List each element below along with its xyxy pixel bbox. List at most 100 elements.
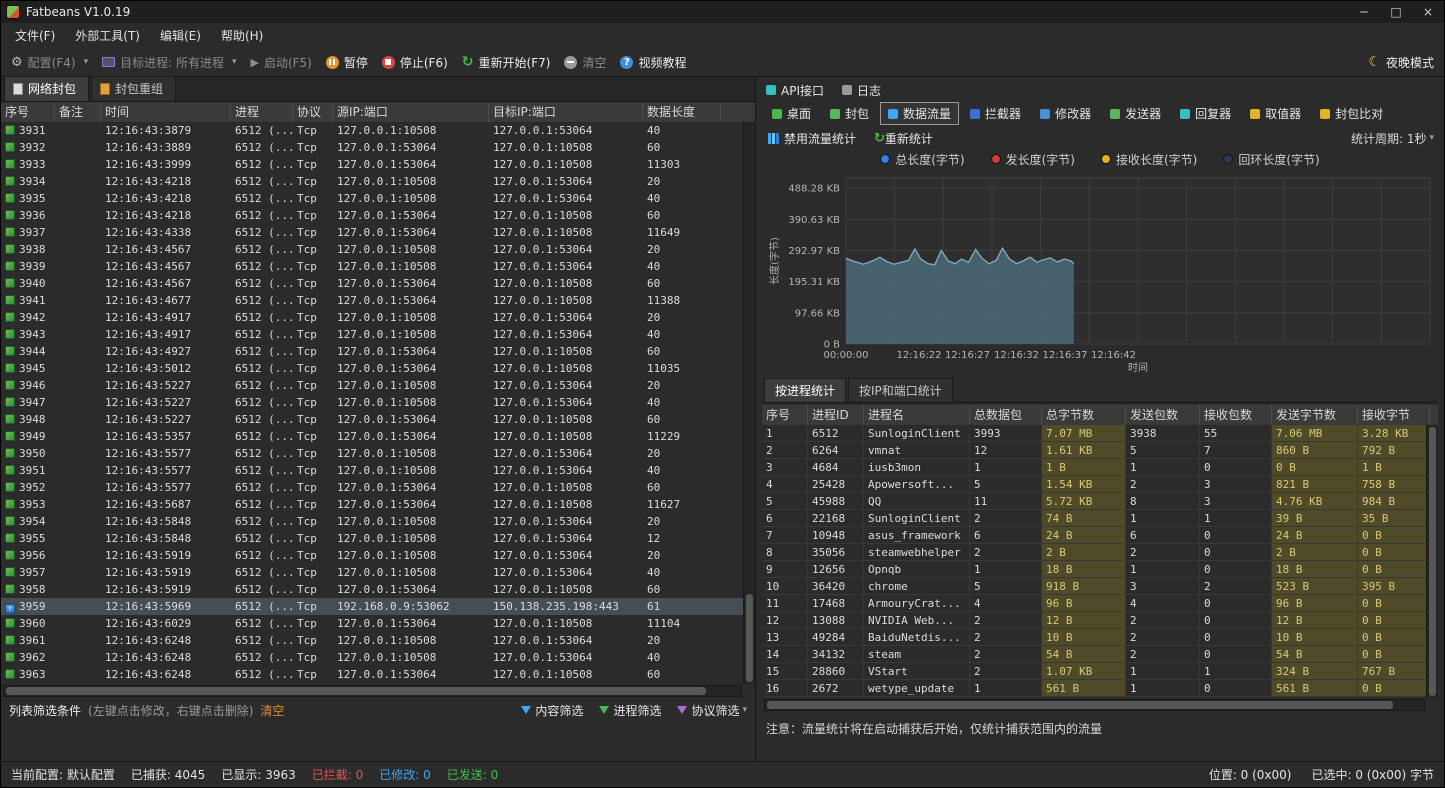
packet-row[interactable]: 393212:16:43:38896512 (...Tcp127.0.0.1:5… <box>1 139 755 156</box>
maximize-button[interactable]: □ <box>1380 1 1412 23</box>
stats-row[interactable]: 1213088NVIDIA Web...212 B2012 B0 B <box>762 612 1438 629</box>
pause-button[interactable]: 暂停 <box>326 54 368 71</box>
packet-row[interactable]: 395212:16:43:55776512 (...Tcp127.0.0.1:5… <box>1 479 755 496</box>
packet-row[interactable]: 394712:16:43:52276512 (...Tcp127.0.0.1:1… <box>1 394 755 411</box>
stats-row[interactable]: 912656Opnqb118 B1018 B0 B <box>762 561 1438 578</box>
disable-traffic-stats-button[interactable]: 禁用流量统计 <box>768 130 856 147</box>
stats-row[interactable]: 545988QQ115.72 KB834.76 KB984 B <box>762 493 1438 510</box>
column-header[interactable]: 进程名 <box>864 405 970 424</box>
packet-row[interactable]: 396212:16:43:62486512 (...Tcp127.0.0.1:1… <box>1 649 755 666</box>
stats-row[interactable]: 34684iusb3mon11 B100 B1 B <box>762 459 1438 476</box>
clear-button[interactable]: 清空 <box>564 54 606 71</box>
scrollbar-thumb[interactable] <box>767 701 1393 709</box>
legend-item[interactable]: 回环长度(字节) <box>1223 151 1319 168</box>
config-button[interactable]: ⚙ 配置(F4) ▾ <box>11 54 88 71</box>
packet-row[interactable]: 395012:16:43:55776512 (...Tcp127.0.0.1:1… <box>1 445 755 462</box>
process-filter-button[interactable]: 进程筛选 <box>599 702 661 719</box>
column-header[interactable]: 发送字节数 <box>1272 405 1358 424</box>
stats-row[interactable]: 1036420chrome5918 B32523 B395 B <box>762 578 1438 595</box>
content-filter-button[interactable]: 内容筛选 <box>521 702 583 719</box>
column-header[interactable]: 时间 <box>101 102 231 122</box>
stats-table-hscrollbar[interactable] <box>764 699 1425 711</box>
packet-row[interactable]: 396112:16:43:62486512 (...Tcp127.0.0.1:1… <box>1 632 755 649</box>
tab-interceptor[interactable]: 拦截器 <box>962 102 1029 125</box>
menu-item[interactable]: 帮助(H) <box>211 24 273 47</box>
tab-extractor[interactable]: 取值器 <box>1242 102 1309 125</box>
start-button[interactable]: ▶ 启动(F5) <box>250 54 311 71</box>
packet-row[interactable]: 394212:16:43:49176512 (...Tcp127.0.0.1:1… <box>1 309 755 326</box>
menu-item[interactable]: 编辑(E) <box>150 24 211 47</box>
column-header[interactable]: 序号 <box>762 405 808 424</box>
clear-filters-button[interactable]: 清空 <box>260 702 284 719</box>
packet-row[interactable]: 393812:16:43:45676512 (...Tcp127.0.0.1:1… <box>1 241 755 258</box>
packet-row[interactable]: ↑395912:16:43:59696512 (...Tcp192.168.0.… <box>1 598 755 615</box>
tab-packet[interactable]: 封包 <box>822 102 877 125</box>
packet-row[interactable]: 395612:16:43:59196512 (...Tcp127.0.0.1:1… <box>1 547 755 564</box>
log-button[interactable]: 日志 <box>842 82 881 99</box>
packet-row[interactable]: 394812:16:43:52276512 (...Tcp127.0.0.1:5… <box>1 411 755 428</box>
packet-table-hscrollbar[interactable] <box>3 685 742 697</box>
packet-row[interactable]: 393512:16:43:42186512 (...Tcp127.0.0.1:1… <box>1 190 755 207</box>
stats-row[interactable]: 162672wetype_update1561 B10561 B0 B <box>762 680 1438 697</box>
packet-row[interactable]: 395312:16:43:56876512 (...Tcp127.0.0.1:5… <box>1 496 755 513</box>
stats-row[interactable]: 710948asus_framework624 B6024 B0 B <box>762 527 1438 544</box>
stats-row[interactable]: 622168SunloginClient274 B1139 B35 B <box>762 510 1438 527</box>
packet-row[interactable]: 394112:16:43:46776512 (...Tcp127.0.0.1:5… <box>1 292 755 309</box>
stop-button[interactable]: 停止(F6) <box>382 54 448 71</box>
tab-modifier[interactable]: 修改器 <box>1032 102 1099 125</box>
column-header[interactable]: 目标IP:端口 <box>489 102 643 122</box>
scrollbar-thumb[interactable] <box>746 594 753 682</box>
close-button[interactable]: × <box>1412 1 1444 23</box>
stat-period-select[interactable]: 统计周期: 1秒 ▾ <box>1351 130 1438 147</box>
packet-row[interactable]: 394912:16:43:53576512 (...Tcp127.0.0.1:5… <box>1 428 755 445</box>
column-header[interactable]: 备注 <box>55 102 101 122</box>
column-header[interactable]: 进程ID <box>808 405 864 424</box>
column-header[interactable]: 序号 <box>1 102 55 122</box>
night-mode-button[interactable]: ☾ 夜晚模式 <box>1368 54 1434 71</box>
packet-row[interactable]: 395512:16:43:58486512 (...Tcp127.0.0.1:1… <box>1 530 755 547</box>
legend-item[interactable]: 接收长度(字节) <box>1101 151 1197 168</box>
packet-row[interactable]: 395812:16:43:59196512 (...Tcp127.0.0.1:5… <box>1 581 755 598</box>
tab-sender[interactable]: 发送器 <box>1102 102 1169 125</box>
stats-row[interactable]: 1117468ArmouryCrat...496 B4096 B0 B <box>762 595 1438 612</box>
column-header[interactable]: 数据长度 <box>643 102 721 122</box>
column-header[interactable]: 发送包数 <box>1126 405 1200 424</box>
packet-row[interactable]: 394012:16:43:45676512 (...Tcp127.0.0.1:5… <box>1 275 755 292</box>
stats-row[interactable]: 1434132steam254 B2054 B0 B <box>762 646 1438 663</box>
stats-row[interactable]: 1528860VStart21.07 KB11324 B767 B <box>762 663 1438 680</box>
column-header[interactable]: 协议 <box>293 102 333 122</box>
packet-row[interactable]: 393112:16:43:38796512 (...Tcp127.0.0.1:1… <box>1 122 755 139</box>
target-process-select[interactable]: 目标进程: 所有进程 ▾ <box>102 54 236 71</box>
packet-row[interactable]: 393612:16:43:42186512 (...Tcp127.0.0.1:5… <box>1 207 755 224</box>
video-tutorial-button[interactable]: ? 视频教程 <box>620 54 686 71</box>
column-header[interactable]: 总字节数 <box>1042 405 1126 424</box>
packet-row[interactable]: 395112:16:43:55776512 (...Tcp127.0.0.1:1… <box>1 462 755 479</box>
stats-row[interactable]: 425428Apowersoft...51.54 KB23821 B758 B <box>762 476 1438 493</box>
stats-row[interactable]: 26264vmnat121.61 KB57860 B792 B <box>762 442 1438 459</box>
column-header[interactable]: 接收字节 <box>1358 405 1430 424</box>
packet-row[interactable]: 395712:16:43:59196512 (...Tcp127.0.0.1:1… <box>1 564 755 581</box>
tab-desktop[interactable]: 桌面 <box>764 102 819 125</box>
tab-by-ip-port[interactable]: 按IP和端口统计 <box>848 378 953 402</box>
column-header[interactable]: 接收包数 <box>1200 405 1272 424</box>
column-header[interactable]: 进程 <box>231 102 293 122</box>
stats-row[interactable]: 16512SunloginClient39937.07 MB3938557.06… <box>762 425 1438 442</box>
tab-by-process[interactable]: 按进程统计 <box>764 378 846 402</box>
packet-row[interactable]: 393712:16:43:43386512 (...Tcp127.0.0.1:5… <box>1 224 755 241</box>
restart-button[interactable]: ↻ 重新开始(F7) <box>462 54 551 71</box>
packet-row[interactable]: 393412:16:43:42186512 (...Tcp127.0.0.1:1… <box>1 173 755 190</box>
api-interface-button[interactable]: API接口 <box>766 82 824 99</box>
packet-row[interactable]: 394612:16:43:52276512 (...Tcp127.0.0.1:1… <box>1 377 755 394</box>
stats-row[interactable]: 835056steamwebhelper22 B202 B0 B <box>762 544 1438 561</box>
packet-row[interactable]: 393312:16:43:39996512 (...Tcp127.0.0.1:5… <box>1 156 755 173</box>
scrollbar-thumb[interactable] <box>1429 427 1436 696</box>
packet-row[interactable]: 393912:16:43:45676512 (...Tcp127.0.0.1:1… <box>1 258 755 275</box>
menu-item[interactable]: 文件(F) <box>5 24 65 47</box>
packet-row[interactable]: 395412:16:43:58486512 (...Tcp127.0.0.1:1… <box>1 513 755 530</box>
column-header[interactable]: 总数据包 <box>970 405 1042 424</box>
packet-row[interactable]: 394312:16:43:49176512 (...Tcp127.0.0.1:1… <box>1 326 755 343</box>
packet-row[interactable]: 394512:16:43:50126512 (...Tcp127.0.0.1:5… <box>1 360 755 377</box>
legend-item[interactable]: 总长度(字节) <box>880 151 964 168</box>
packet-table-vscrollbar[interactable] <box>743 122 755 684</box>
packet-row[interactable]: 396012:16:43:60296512 (...Tcp127.0.0.1:5… <box>1 615 755 632</box>
